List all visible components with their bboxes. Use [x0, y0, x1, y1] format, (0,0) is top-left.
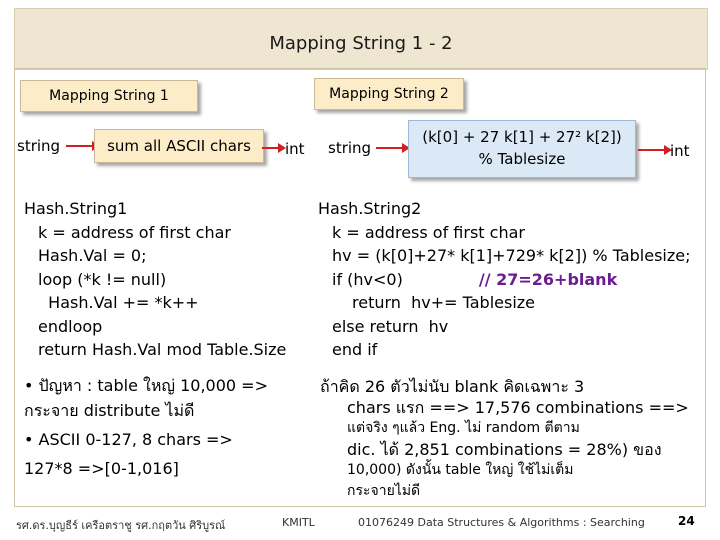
left-input-label: string	[17, 137, 61, 155]
code-line: endloop	[38, 316, 103, 336]
code-line: return hv+= Tablesize	[352, 293, 535, 312]
footer-institute: KMITL	[282, 516, 315, 529]
formula-box: (k[0] + 27 k[1] + 27² k[2]) % Tablesize	[408, 120, 636, 178]
code-line: k = address of first char	[38, 222, 231, 242]
note-line: แต่จริง ๆแล้ว Eng. ไม่ random ตีตาม	[347, 420, 580, 436]
formula-line-2: % Tablesize	[478, 150, 566, 168]
right-arrow-2	[638, 145, 672, 155]
mapping-string-2-label: Mapping String 2	[314, 78, 464, 110]
page-number: 24	[678, 514, 695, 528]
right-output-label: int	[670, 142, 690, 160]
note-line: chars แรก ==> 17,576 combinations ==>	[347, 398, 689, 417]
bullet-1-line-1: • ปัญหา : table ใหญ่ 10,000 =>	[24, 376, 268, 395]
code-line: Hash.Val += *k++	[38, 293, 199, 312]
code-line: else return hv	[332, 316, 449, 336]
mapping-string-2-label-text: Mapping String 2	[329, 86, 449, 102]
slide-title: Mapping String 1 - 2	[269, 33, 453, 54]
mapping-string-1-label-text: Mapping String 1	[49, 88, 169, 104]
title-band: Mapping String 1 - 2	[14, 8, 708, 70]
code-title: Hash.String1	[24, 199, 128, 218]
right-input-label: string	[328, 139, 372, 157]
code-line: hv = (k[0]+27* k[1]+729* k[2]) % Tablesi…	[332, 246, 691, 265]
bullet-1-line-2: กระจาย distribute ไม่ดี	[24, 401, 195, 420]
sum-ascii-box: sum all ASCII chars	[94, 129, 264, 163]
code-line: k = address of first char	[332, 222, 525, 242]
code-title: Hash.String2	[318, 199, 422, 218]
code-line: Hash.Val = 0;	[38, 246, 147, 265]
note-line: dic. ได้ 2,851 combinations = 28%) ของ	[347, 440, 662, 459]
bullet-2-line-2: 127*8 =>[0-1,016]	[24, 459, 179, 478]
bullet-2-line-1: • ASCII 0-127, 8 chars =>	[24, 430, 233, 449]
code-line: loop (*k != null)	[38, 269, 167, 289]
note-line: 10,000) ดังนั้น table ใหญ่ ใช้ไม่เต็ม	[347, 462, 574, 478]
left-bullets: • ปัญหา : table ใหญ่ 10,000 => กระจาย di…	[24, 374, 268, 480]
code-line: end if	[332, 340, 378, 359]
code-comment: // 27=26+blank	[478, 269, 618, 289]
code-line: return Hash.Val mod Table.Size	[38, 340, 287, 359]
code-if: if (hv<0)	[332, 269, 403, 289]
sum-ascii-text: sum all ASCII chars	[107, 137, 251, 155]
note-line: กระจายไม่ดี	[347, 483, 421, 499]
code-line: if (hv<0) // 27=26+blank	[332, 268, 691, 292]
hash-string1-code: Hash.String1 k = address of first char H…	[24, 197, 286, 362]
formula-line-1: (k[0] + 27 k[1] + 27² k[2])	[422, 128, 622, 146]
hash-string2-code: Hash.String2 k = address of first char h…	[318, 197, 691, 362]
left-output-label: int	[285, 140, 305, 158]
footer-course: 01076249 Data Structures & Algorithms : …	[358, 516, 645, 529]
right-notes: ถ้าคิด 26 ตัวไม่นับ blank คิดเฉพาะ 3 cha…	[320, 376, 689, 502]
note-line: ถ้าคิด 26 ตัวไม่นับ blank คิดเฉพาะ 3	[320, 377, 585, 396]
left-arrow-2	[262, 143, 286, 153]
mapping-string-1-label: Mapping String 1	[20, 80, 198, 112]
footer-author: รศ.ดร.บุญธีร์ เครือตราชู รศ.กฤตวัน ศิริบ…	[16, 519, 226, 532]
right-arrow-1	[376, 143, 410, 153]
